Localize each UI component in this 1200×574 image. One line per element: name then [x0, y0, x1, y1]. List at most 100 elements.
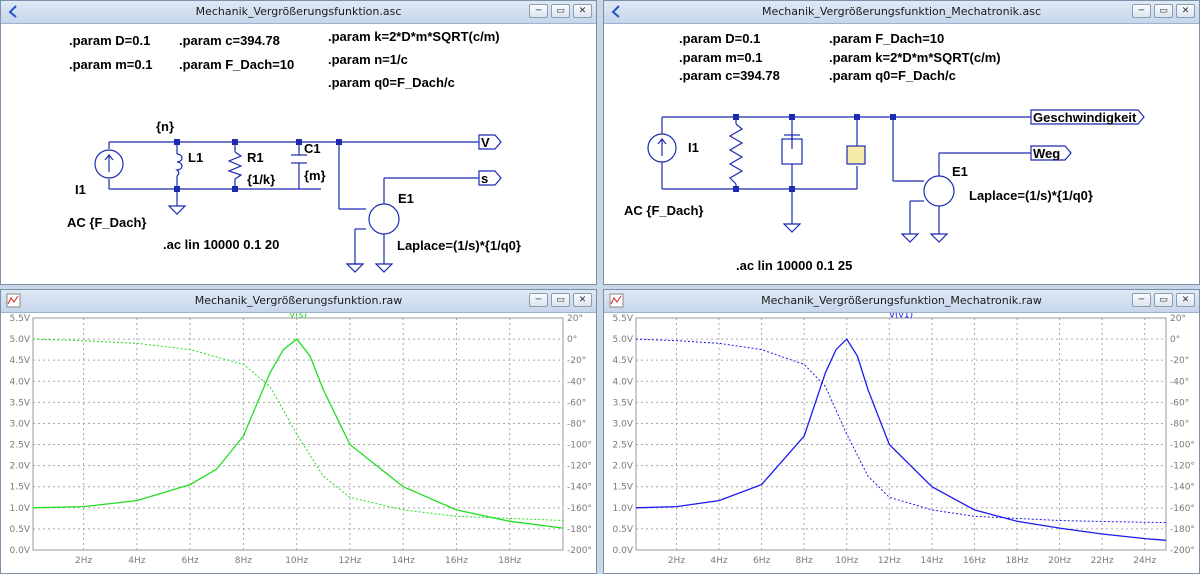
param-text: .param k=2*D*m*SQRT(c/m): [328, 29, 500, 44]
schematic-canvas[interactable]: .param D=0.1 .param c=394.78 .param k=2*…: [1, 24, 596, 284]
x-tick-label: 4Hz: [710, 556, 727, 566]
phase-tick-label: -120°: [567, 462, 592, 472]
x-tick-label: 12Hz: [338, 556, 361, 566]
phase-tick-label: -40°: [1170, 377, 1189, 387]
e1-label: E1: [398, 191, 414, 206]
phase-tick-label: -140°: [1170, 483, 1195, 493]
y-tick-label: 1.5V: [10, 483, 31, 493]
param-text: .param c=394.78: [679, 68, 780, 83]
x-tick-label: 24Hz: [1133, 556, 1156, 566]
ac-command: .ac lin 10000 0.1 20: [163, 237, 279, 252]
waveform-window-2[interactable]: Mechanik_Vergrößerungsfunktion_Mechatron…: [603, 289, 1200, 574]
waveform-plot[interactable]: 5.5V 5.0V 4.5V 4.0V 3.5V 3.0V 2.5V 2.0V 1.5V 1.0V…: [604, 313, 1199, 573]
phase-tick-label: -80°: [567, 419, 586, 429]
close-button[interactable]: ✕: [573, 293, 592, 307]
y-tick-label: 5.5V: [10, 314, 31, 324]
y-tick-label: 1.0V: [10, 504, 31, 514]
x-tick-label: 16Hz: [445, 556, 468, 566]
param-text: .param F_Dach=10: [179, 57, 294, 72]
x-tick-label: 12Hz: [878, 556, 901, 566]
phase-tick-label: 0°: [1170, 335, 1180, 345]
param-text: .param D=0.1: [69, 33, 150, 48]
y-tick-label: 3.5V: [10, 398, 31, 408]
y-tick-label: 1.5V: [613, 483, 634, 493]
trace-label[interactable]: V(s): [289, 313, 307, 321]
x-tick-label: 20Hz: [1048, 556, 1071, 566]
y-tick-label: 4.5V: [613, 356, 634, 366]
x-tick-label: 4Hz: [128, 556, 145, 566]
param-text: .param m=0.1: [69, 57, 152, 72]
phase-tick-label: -40°: [567, 377, 586, 387]
param-text: .param D=0.1: [679, 31, 760, 46]
x-tick-label: 10Hz: [285, 556, 308, 566]
r1-value: {1/k}: [247, 172, 275, 187]
x-tick-label: 2Hz: [668, 556, 685, 566]
waveform-plot[interactable]: 5.5V 5.0V 4.5V 4.0V 3.5V 3.0V 2.5V 2.0V 1.5V 1.0V…: [1, 313, 596, 573]
y-tick-label: 2.0V: [613, 462, 634, 472]
titlebar[interactable]: Mechanik_Vergrößerungsfunktion_Mechatron…: [604, 1, 1199, 24]
y-tick-label: 5.5V: [613, 314, 634, 324]
close-button[interactable]: ✕: [1176, 4, 1195, 18]
param-text: .param c=394.78: [179, 33, 280, 48]
x-tick-label: 10Hz: [835, 556, 858, 566]
schematic-canvas[interactable]: .param D=0.1 .param F_Dach=10 .param m=0…: [604, 24, 1199, 284]
i1-label: I1: [688, 140, 699, 155]
y-tick-label: 5.0V: [10, 335, 31, 345]
minimize-button[interactable]: ─: [1132, 4, 1151, 18]
schematic-window-2[interactable]: Mechanik_Vergrößerungsfunktion_Mechatron…: [603, 0, 1200, 285]
y-tick-label: 0.5V: [613, 525, 634, 535]
y-tick-label: 4.0V: [613, 377, 634, 387]
maximize-button[interactable]: ▭: [551, 4, 570, 18]
param-text: .param q0=F_Dach/c: [829, 68, 956, 83]
trace-label[interactable]: V(v1): [889, 313, 913, 321]
schematic-window-1[interactable]: Mechanik_Vergrößerungsfunktion.asc ─ ▭ ✕…: [0, 0, 597, 285]
phase-tick-label: -100°: [567, 441, 592, 451]
x-tick-label: 18Hz: [1006, 556, 1029, 566]
titlebar[interactable]: Mechanik_Vergrößerungsfunktion_Mechatron…: [604, 290, 1199, 313]
net-label-s: s: [481, 171, 488, 186]
x-tick-label: 18Hz: [498, 556, 521, 566]
close-button[interactable]: ✕: [1176, 293, 1195, 307]
x-tick-label: 8Hz: [235, 556, 252, 566]
window-title: Mechanik_Vergrößerungsfunktion_Mechatron…: [761, 294, 1042, 307]
phase-tick-label: 0°: [567, 335, 577, 345]
x-tick-label: 14Hz: [392, 556, 415, 566]
phase-tick-label: -20°: [567, 356, 586, 366]
maximize-button[interactable]: ▭: [1154, 4, 1173, 18]
waveform-window-1[interactable]: Mechanik_Vergrößerungsfunktion.raw ─ ▭ ✕…: [0, 289, 597, 574]
minimize-button[interactable]: ─: [1132, 293, 1151, 307]
l1-value: {n}: [156, 119, 174, 134]
ac-source-value: AC {F_Dach}: [67, 215, 146, 230]
laplace-expression: Laplace=(1/s)*{1/q0}: [397, 238, 521, 253]
param-text: .param k=2*D*m*SQRT(c/m): [829, 50, 1001, 65]
l1-label: L1: [188, 150, 203, 165]
y-tick-label: 5.0V: [613, 335, 634, 345]
c1-label: C1: [304, 141, 321, 156]
titlebar[interactable]: Mechanik_Vergrößerungsfunktion.raw ─ ▭ ✕: [1, 290, 596, 313]
block-symbol: [846, 145, 866, 165]
phase-tick-label: -180°: [567, 525, 592, 535]
net-label-geschwindigkeit: Geschwindigkeit: [1033, 110, 1137, 125]
laplace-expression: Laplace=(1/s)*{1/q0}: [969, 188, 1093, 203]
x-tick-label: 14Hz: [920, 556, 943, 566]
i1-label: I1: [75, 182, 86, 197]
x-tick-label: 2Hz: [75, 556, 92, 566]
phase-tick-label: 20°: [567, 314, 583, 324]
minimize-button[interactable]: ─: [529, 4, 548, 18]
minimize-button[interactable]: ─: [529, 293, 548, 307]
plot-frame: [635, 317, 1167, 551]
y-tick-label: 2.0V: [10, 462, 31, 472]
y-tick-label: 2.5V: [10, 441, 31, 451]
param-text: .param n=1/c: [328, 52, 408, 67]
phase-tick-label: -140°: [567, 483, 592, 493]
net-label-v: V: [481, 135, 490, 150]
maximize-button[interactable]: ▭: [551, 293, 570, 307]
y-tick-label: 0.0V: [10, 546, 31, 556]
x-tick-label: 6Hz: [753, 556, 770, 566]
titlebar[interactable]: Mechanik_Vergrößerungsfunktion.asc ─ ▭ ✕: [1, 1, 596, 24]
close-button[interactable]: ✕: [573, 4, 592, 18]
phase-tick-label: -80°: [1170, 419, 1189, 429]
x-tick-label: 8Hz: [796, 556, 813, 566]
ac-source-value: AC {F_Dach}: [624, 203, 703, 218]
maximize-button[interactable]: ▭: [1154, 293, 1173, 307]
